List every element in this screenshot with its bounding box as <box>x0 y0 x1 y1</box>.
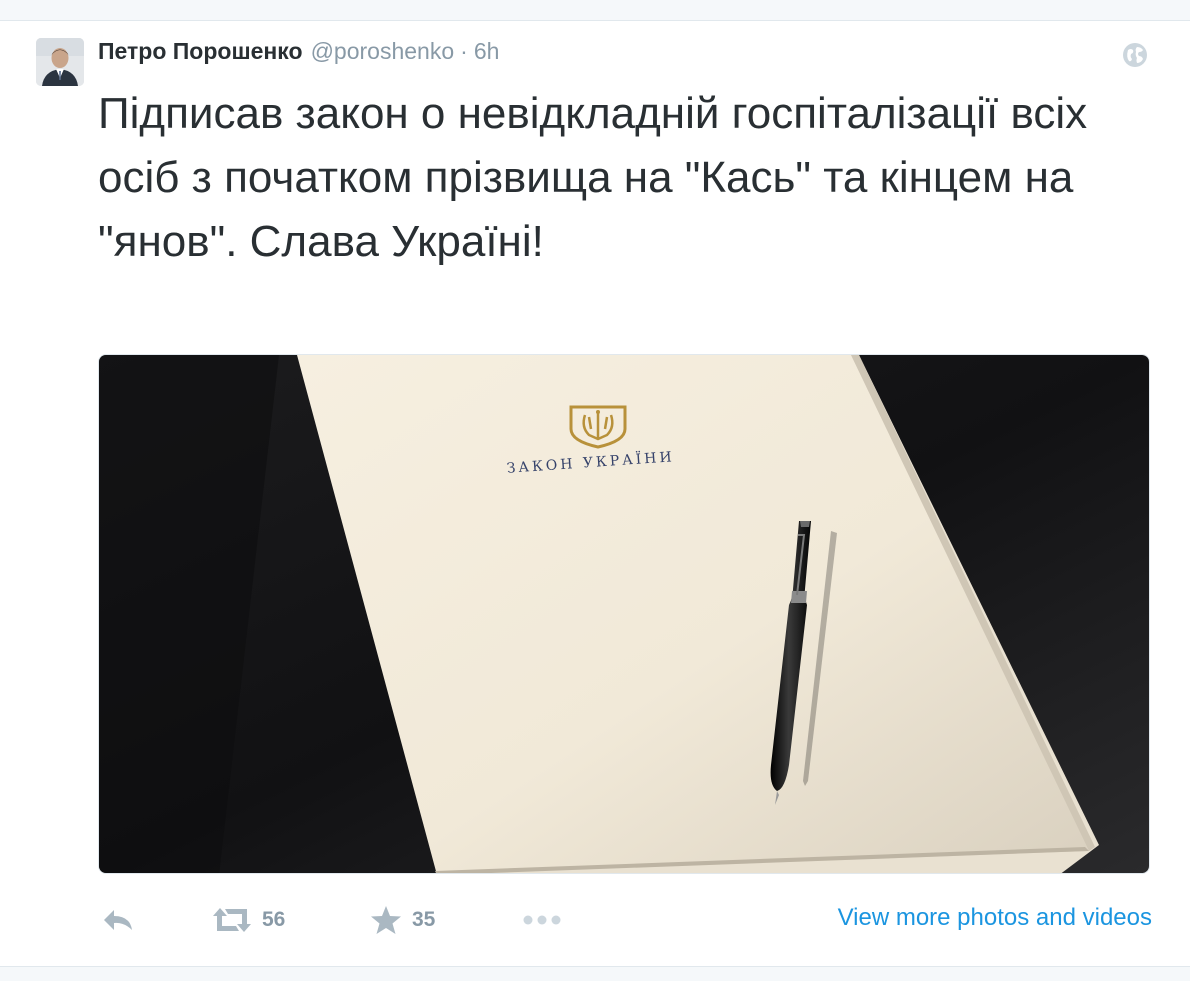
star-icon <box>371 906 401 934</box>
tweet-text: Підписав закон о невідкладній госпіталіз… <box>98 89 1088 266</box>
author-username[interactable]: @poroshenko <box>311 38 455 65</box>
author-fullname[interactable]: Петро Порошенко <box>98 38 303 65</box>
favorite-count: 35 <box>412 908 436 931</box>
reply-button[interactable] <box>102 898 134 942</box>
tweet-header: Петро Порошенко @poroshenko · 6h <box>98 38 499 68</box>
bottom-divider <box>0 966 1190 981</box>
retweet-icon <box>213 908 251 932</box>
favorite-button[interactable]: 35 <box>370 898 435 942</box>
reply-icon <box>104 910 132 930</box>
avatar[interactable] <box>36 38 84 86</box>
tweet-card: Петро Порошенко @poroshenko · 6h Підписа… <box>0 0 1190 981</box>
globe-icon <box>1122 42 1148 68</box>
retweet-button[interactable]: 56 <box>212 898 285 942</box>
top-divider <box>0 0 1190 21</box>
tweet-photo[interactable]: ЗАКОН УКРАЇНИ <box>98 354 1150 874</box>
tweet-actions: 56 35 View more photos and videos <box>98 898 1158 942</box>
header-separator: · <box>460 38 468 64</box>
tweet-timestamp[interactable]: 6h <box>474 38 500 65</box>
retweet-count: 56 <box>262 908 286 931</box>
more-dots-icon <box>523 915 561 925</box>
view-more-photos-link[interactable]: View more photos and videos <box>838 904 1152 932</box>
more-button[interactable] <box>522 898 562 942</box>
